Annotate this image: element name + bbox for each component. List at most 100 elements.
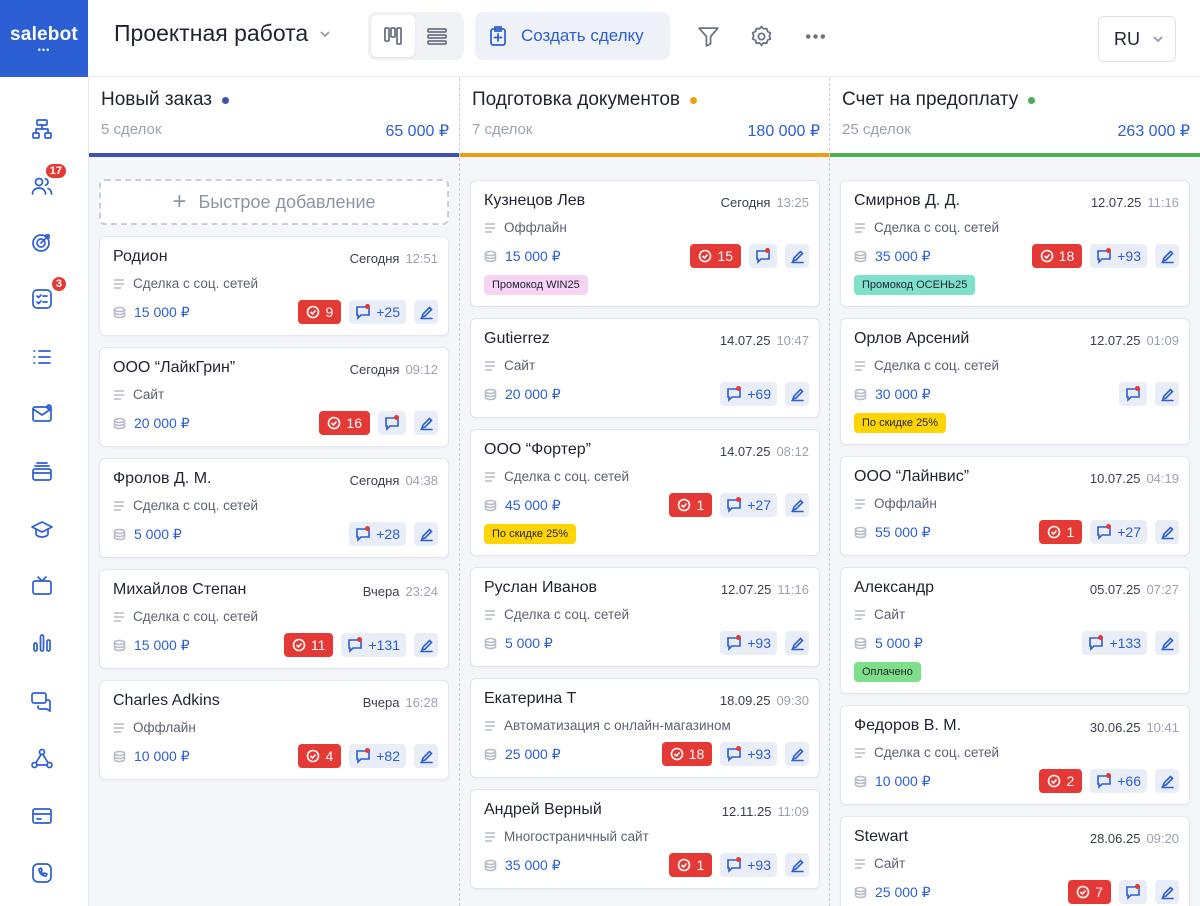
column-title[interactable]: Подготовка документов: [472, 89, 818, 111]
tasks-counter[interactable]: 18: [661, 742, 713, 766]
tasks-count: 1: [696, 497, 705, 513]
sidebar-item-integrations[interactable]: [29, 746, 55, 772]
edit-deal-button[interactable]: [785, 853, 809, 877]
messages-button[interactable]: [749, 244, 777, 268]
sidebar-item-tasks[interactable]: 3: [29, 275, 68, 312]
tasks-counter[interactable]: 15: [690, 244, 741, 268]
edit-deal-button[interactable]: [1155, 631, 1179, 655]
messages-counter[interactable]: +27: [1090, 520, 1147, 544]
deal-card[interactable]: Родион Сегодня 12:51 Сделка с соц. сетей 15 …: [99, 236, 449, 336]
deal-card[interactable]: Александр 05.07.25 07:27 Сайт 5 000 ₽ +133 Опл…: [840, 567, 1190, 694]
messages-counter[interactable]: +133: [1082, 631, 1147, 655]
deal-card[interactable]: Екатерина Т 18.09.25 09:30 Автоматизация с …: [470, 678, 820, 778]
deal-card[interactable]: Фролов Д. М. Сегодня 04:38 Сделка с соц. се…: [99, 458, 449, 558]
deal-card[interactable]: Gutierrez 14.07.25 10:47 Сайт 20 000 ₽ +69: [470, 318, 820, 418]
deal-card[interactable]: Орлов Арсений 12.07.25 01:09 Сделка с соц. …: [840, 318, 1190, 445]
sidebar-item-users[interactable]: 17: [29, 162, 68, 199]
sidebar-item-calls[interactable]: [29, 860, 55, 886]
logo[interactable]: salebot •••: [0, 0, 88, 77]
tasks-counter[interactable]: 18: [1031, 244, 1083, 268]
create-deal-button[interactable]: Создать сделку: [475, 12, 670, 60]
edit-deal-button[interactable]: [1155, 244, 1179, 268]
deal-card[interactable]: Михайлов Степан Вчера 23:24 Сделка с соц. с…: [99, 569, 449, 669]
messages-counter[interactable]: +66: [1090, 769, 1147, 793]
deal-tag[interactable]: По скидке 25%: [854, 413, 947, 433]
edit-deal-button[interactable]: [785, 742, 809, 766]
deal-card[interactable]: Андрей Верный 12.11.25 11:09 Многостраничны…: [470, 789, 820, 889]
column-title[interactable]: Счет на предоплату: [842, 89, 1188, 111]
edit-deal-button[interactable]: [785, 493, 809, 517]
messages-counter[interactable]: +131: [341, 633, 406, 657]
deal-tag[interactable]: Промокод WIN25: [484, 275, 588, 295]
deal-card[interactable]: Charles Adkins Вчера 16:28 Оффлайн 10 000 ₽4…: [99, 680, 449, 780]
messages-button[interactable]: [1119, 880, 1147, 904]
edit-deal-button[interactable]: [414, 522, 438, 546]
edit-deal-button[interactable]: [1155, 382, 1179, 406]
deal-card[interactable]: ООО “Фортер” 14.07.25 08:12 Сделка с соц. с…: [470, 429, 820, 556]
deal-card[interactable]: Руслан Иванов 12.07.25 11:16 Сделка с соц. …: [470, 567, 820, 667]
sidebar-item-mail[interactable]: [29, 401, 55, 427]
messages-counter[interactable]: +93: [720, 631, 777, 655]
deal-tag[interactable]: Промокод ОСЕНЬ25: [854, 275, 976, 295]
more-button[interactable]: [801, 22, 829, 50]
deal-card[interactable]: ООО “Лайнвис” 10.07.25 04:19 Оффлайн 55 000 …: [840, 456, 1190, 556]
edit-deal-button[interactable]: [785, 244, 809, 268]
deal-card[interactable]: Stewart 28.06.25 09:20 Сайт 25 000 ₽7: [840, 816, 1190, 906]
sidebar-item-chats[interactable]: [29, 688, 55, 714]
list-view-button[interactable]: [415, 15, 459, 57]
deal-card[interactable]: Кузнецов Лев Сегодня 13:25 Оффлайн 15 000 ₽1…: [470, 180, 820, 307]
deal-card[interactable]: ООО “ЛайкГрин” Сегодня 09:12 Сайт 20 000 ₽16: [99, 347, 449, 447]
column-title[interactable]: Новый заказ: [101, 89, 447, 111]
edit-deal-button[interactable]: [414, 633, 438, 657]
tasks-counter[interactable]: 2: [1039, 769, 1083, 793]
quick-add-button[interactable]: + Быстрое добавление: [99, 179, 449, 225]
edit-deal-button[interactable]: [414, 744, 438, 768]
deal-datetime: Вчера 23:24: [363, 584, 438, 599]
sidebar-item-goals[interactable]: [29, 229, 55, 255]
deal-tag[interactable]: Оплачено: [854, 662, 921, 682]
tasks-counter[interactable]: 1: [1039, 520, 1083, 544]
rows-icon: [427, 28, 447, 45]
deal-card[interactable]: Смирнов Д. Д. 12.07.25 11:16 Сделка с соц. …: [840, 180, 1190, 307]
messages-counter[interactable]: +69: [720, 382, 777, 406]
tasks-counter[interactable]: 7: [1068, 880, 1111, 904]
edit-deal-button[interactable]: [1155, 520, 1179, 544]
sidebar-item-analytics[interactable]: [29, 630, 55, 656]
sidebar-item-courses[interactable]: [29, 517, 55, 543]
tasks-counter[interactable]: 4: [298, 744, 342, 768]
messages-button[interactable]: [1119, 382, 1147, 406]
tasks-counter[interactable]: 1: [669, 493, 713, 517]
pipeline-selector[interactable]: Проектная работа: [114, 20, 332, 47]
language-select[interactable]: RU: [1098, 16, 1176, 62]
sidebar-item-payments[interactable]: [29, 803, 55, 829]
messages-counter[interactable]: +28: [349, 522, 406, 546]
tasks-counter[interactable]: 9: [298, 300, 342, 324]
sidebar-item-cards[interactable]: [29, 459, 55, 485]
tasks-counter[interactable]: 11: [283, 633, 334, 657]
messages-counter[interactable]: +93: [720, 853, 777, 877]
sidebar-item-structure[interactable]: [29, 116, 55, 142]
messages-counter[interactable]: +27: [720, 493, 777, 517]
deal-tag[interactable]: По скидке 25%: [484, 524, 577, 544]
edit-deal-button[interactable]: [1155, 880, 1179, 904]
edit-deal-button[interactable]: [414, 411, 438, 435]
edit-deal-button[interactable]: [785, 382, 809, 406]
edit-deal-button[interactable]: [414, 300, 438, 324]
deal-source-text: Оффлайн: [874, 496, 937, 511]
tasks-counter[interactable]: 1: [669, 853, 713, 877]
tasks-counter[interactable]: 16: [319, 411, 370, 435]
messages-counter[interactable]: +25: [349, 300, 406, 324]
deal-card[interactable]: Федоров В. М. 30.06.25 10:41 Сделка с соц. …: [840, 705, 1190, 805]
edit-deal-button[interactable]: [1155, 769, 1179, 793]
coins-icon: [113, 528, 126, 540]
messages-counter[interactable]: +93: [1090, 244, 1147, 268]
sidebar-item-list[interactable]: [29, 344, 55, 370]
settings-button[interactable]: [747, 22, 775, 50]
messages-button[interactable]: [378, 411, 406, 435]
messages-counter[interactable]: +82: [349, 744, 406, 768]
filter-button[interactable]: [694, 22, 722, 50]
kanban-view-button[interactable]: [371, 15, 415, 57]
messages-counter[interactable]: +93: [720, 742, 777, 766]
edit-deal-button[interactable]: [785, 631, 809, 655]
sidebar-item-broadcast[interactable]: [29, 573, 55, 599]
